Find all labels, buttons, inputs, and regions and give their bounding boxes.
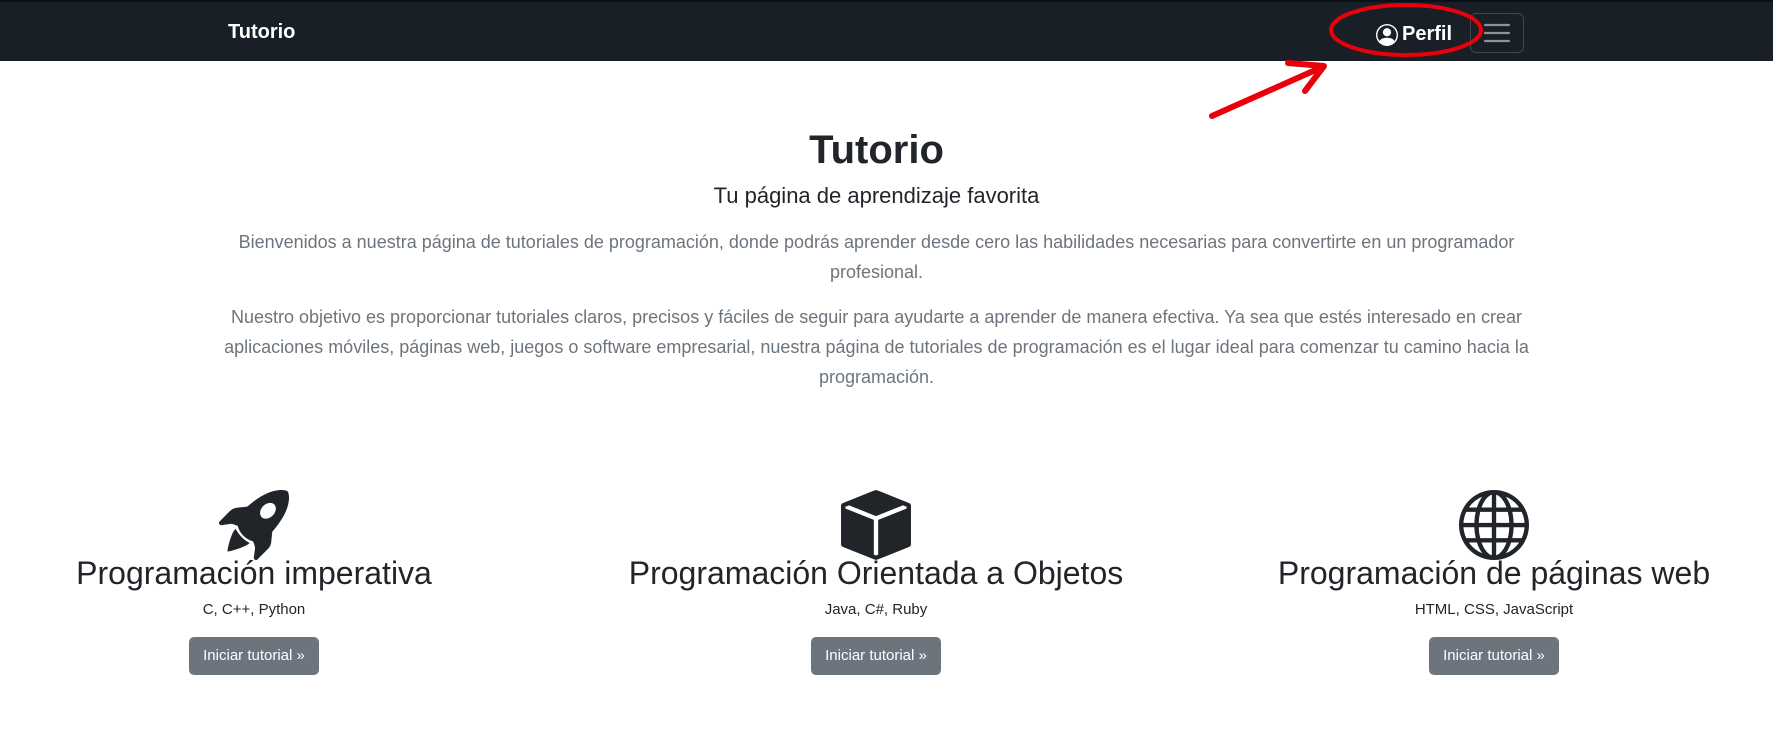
top-navbar: Tutorio Perfil (0, 0, 1773, 61)
objective-paragraph: Nuestro objetivo es proporcionar tutoria… (224, 307, 1529, 387)
profile-label: Perfil (1402, 22, 1453, 45)
feature-imperative: Programación imperativa C, C++, Python I… (0, 490, 534, 675)
start-tutorial-button[interactable]: Iniciar tutorial » (189, 637, 319, 675)
feature-languages: Java, C#, Ruby (824, 601, 928, 618)
feature-title: Programación de páginas web (1277, 555, 1711, 591)
page-title: Tutorio (809, 128, 944, 172)
feature-languages: C, C++, Python (202, 601, 306, 618)
navbar-toggler-button[interactable] (1470, 13, 1524, 53)
hamburger-menu-icon (1483, 23, 1511, 43)
feature-title: Programación Orientada a Objetos (628, 555, 1124, 591)
person-circle-icon (1376, 24, 1398, 46)
navbar-brand[interactable]: Tutorio (228, 20, 295, 44)
globe-icon (1459, 490, 1529, 560)
intro-paragraph: Bienvenidos a nuestra página de tutorial… (238, 232, 1515, 282)
feature-oop: Programación Orientada a Objetos Java, C… (596, 490, 1156, 675)
feature-title: Programación imperativa (76, 555, 432, 591)
feature-web: Programación de páginas web HTML, CSS, J… (1214, 490, 1773, 675)
box-icon (841, 490, 911, 560)
start-tutorial-button[interactable]: Iniciar tutorial » (811, 637, 941, 675)
start-tutorial-button[interactable]: Iniciar tutorial » (1429, 637, 1559, 675)
rocket-icon (219, 490, 289, 560)
feature-languages: HTML, CSS, JavaScript (1414, 601, 1574, 618)
annotation-arrow (1209, 60, 1327, 119)
profile-link[interactable]: Perfil (1376, 21, 1452, 46)
page-subtitle: Tu página de aprendizaje favorita (713, 183, 1040, 208)
